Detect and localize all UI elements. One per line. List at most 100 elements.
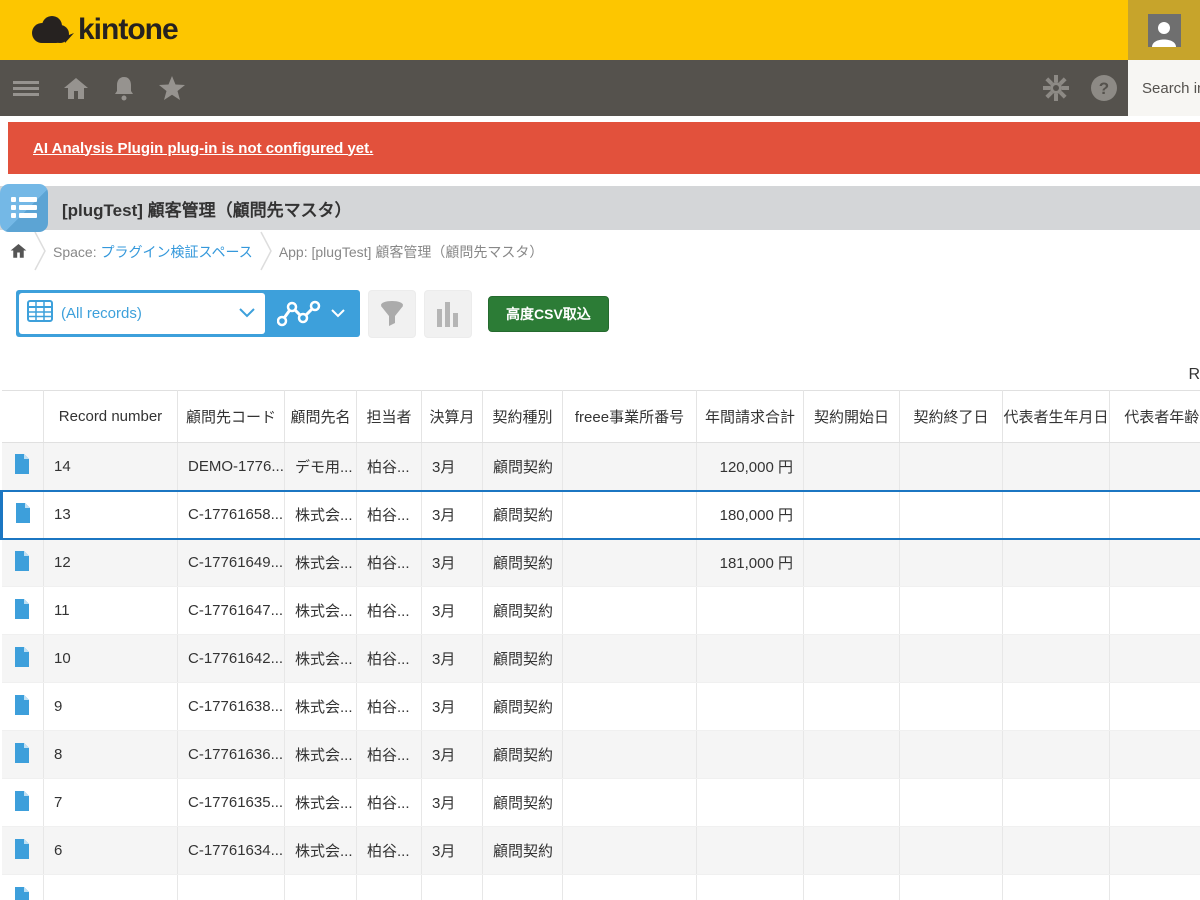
cell-code: C-17761649... [178, 539, 285, 587]
record-document-icon [14, 695, 30, 715]
column-header[interactable]: 代表者年齢 [1110, 391, 1200, 443]
svg-text:?: ? [1099, 79, 1109, 98]
favorites-star-icon[interactable] [158, 74, 186, 102]
table-row[interactable]: 9C-17761638...株式会...柏谷...3月顧問契約 [2, 683, 1200, 731]
cell-num: 6 [44, 827, 178, 875]
cell-start [804, 779, 900, 827]
cell-type: 顧問契約 [483, 827, 563, 875]
cell-month: 3月 [422, 827, 483, 875]
cell-age [1110, 635, 1200, 683]
home-icon[interactable] [62, 74, 90, 102]
table-row[interactable] [2, 875, 1200, 900]
cell-record-icon[interactable] [2, 731, 44, 779]
record-table: Record number顧問先コード顧問先名担当者決算月契約種別freee事業… [0, 390, 1200, 900]
cell-record-icon[interactable] [2, 875, 44, 900]
cell-record-icon[interactable] [2, 491, 44, 539]
kintone-logo[interactable]: kintone [30, 13, 178, 47]
column-header[interactable]: 担当者 [357, 391, 422, 443]
cell-start [804, 683, 900, 731]
table-row[interactable]: 14DEMO-1776...デモ用...柏谷...3月顧問契約120,000 円 [2, 443, 1200, 491]
cell-rep: 柏谷... [357, 491, 422, 539]
breadcrumb-space-link[interactable]: プラグイン検証スペース [100, 242, 252, 262]
cell-type: 顧問契約 [483, 443, 563, 491]
column-header[interactable]: Record number [44, 391, 178, 443]
column-header[interactable]: 契約種別 [483, 391, 563, 443]
filter-button[interactable] [368, 290, 416, 338]
cell-num: 8 [44, 731, 178, 779]
search-input[interactable]: Search in [1128, 60, 1200, 116]
cell-num: 9 [44, 683, 178, 731]
column-header[interactable]: 代表者生年月日 [1003, 391, 1110, 443]
cell-name: 株式会... [285, 683, 357, 731]
column-header[interactable]: freee事業所番号 [563, 391, 697, 443]
cell-name: 株式会... [285, 779, 357, 827]
cell-age [1110, 827, 1200, 875]
breadcrumb: Space: プラグイン検証スペース App: [plugTest] 顧客管理（… [0, 230, 1200, 274]
notifications-bell-icon[interactable] [110, 74, 138, 102]
advanced-csv-import-button[interactable]: 高度CSV取込 [488, 296, 609, 332]
cell-rep: 柏谷... [357, 779, 422, 827]
cell-start [804, 875, 900, 900]
table-row[interactable]: 10C-17761642...株式会...柏谷...3月顧問契約 [2, 635, 1200, 683]
user-avatar-button[interactable] [1128, 0, 1200, 60]
hamburger-menu-icon[interactable] [12, 74, 40, 102]
record-document-icon [14, 743, 30, 763]
cell-record-icon[interactable] [2, 635, 44, 683]
cell-record-icon[interactable] [2, 587, 44, 635]
record-table-body: 14DEMO-1776...デモ用...柏谷...3月顧問契約120,000 円… [2, 443, 1200, 900]
cell-rep: 柏谷... [357, 827, 422, 875]
cell-birth [1003, 443, 1110, 491]
view-select-dropdown[interactable]: (All records) [19, 293, 265, 334]
cell-record-icon[interactable] [2, 443, 44, 491]
cell-type: 顧問契約 [483, 635, 563, 683]
cell-end [900, 491, 1003, 539]
column-header[interactable]: 決算月 [422, 391, 483, 443]
cell-name: デモ用... [285, 443, 357, 491]
table-row[interactable]: 12C-17761649...株式会...柏谷...3月顧問契約181,000 … [2, 539, 1200, 587]
cell-birth [1003, 587, 1110, 635]
table-row[interactable]: 6C-17761634...株式会...柏谷...3月顧問契約 [2, 827, 1200, 875]
cell-record-icon[interactable] [2, 779, 44, 827]
breadcrumb-home-icon[interactable] [10, 242, 27, 262]
cell-record-icon[interactable] [2, 683, 44, 731]
table-row[interactable]: 11C-17761647...株式会...柏谷...3月顧問契約 [2, 587, 1200, 635]
app-title: [plugTest] 顧客管理（顧問先マスタ） [62, 196, 352, 221]
column-header[interactable]: 年間請求合計 [697, 391, 804, 443]
plugin-alert-link[interactable]: AI Analysis Plugin plug-in is not config… [33, 140, 373, 157]
cell-code: C-17761642... [178, 635, 285, 683]
cell-num: 13 [44, 491, 178, 539]
cell-type: 顧問契約 [483, 779, 563, 827]
cell-record-icon[interactable] [2, 827, 44, 875]
cell-num: 14 [44, 443, 178, 491]
cell-month: 3月 [422, 443, 483, 491]
column-header[interactable]: 契約開始日 [804, 391, 900, 443]
cell-record-icon[interactable] [2, 539, 44, 587]
cell-name: 株式会... [285, 539, 357, 587]
cell-start [804, 587, 900, 635]
cell-age [1110, 587, 1200, 635]
settings-gear-icon[interactable] [1042, 74, 1070, 102]
avatar-person-icon [1148, 14, 1181, 47]
cell-end [900, 827, 1003, 875]
help-icon[interactable]: ? [1090, 74, 1118, 102]
record-document-icon [14, 599, 30, 619]
table-row[interactable]: 7C-17761635...株式会...柏谷...3月顧問契約 [2, 779, 1200, 827]
graph-button[interactable] [265, 293, 357, 334]
cell-freee [563, 827, 697, 875]
column-header[interactable]: 契約終了日 [900, 391, 1003, 443]
cell-num: 7 [44, 779, 178, 827]
column-header[interactable]: 顧問先名 [285, 391, 357, 443]
cell-num: 11 [44, 587, 178, 635]
column-header[interactable]: 顧問先コード [178, 391, 285, 443]
view-toolbar: (All records) 高度CSV取込 [16, 290, 1200, 338]
table-row[interactable]: 8C-17761636...株式会...柏谷...3月顧問契約 [2, 731, 1200, 779]
cell-num: 12 [44, 539, 178, 587]
cell-birth [1003, 491, 1110, 539]
cell-age [1110, 683, 1200, 731]
cell-name: 株式会... [285, 827, 357, 875]
funnel-icon [379, 300, 405, 328]
chart-button[interactable] [424, 290, 472, 338]
cell-end [900, 539, 1003, 587]
cell-freee [563, 587, 697, 635]
table-row[interactable]: 13C-17761658...株式会...柏谷...3月顧問契約180,000 … [2, 491, 1200, 539]
